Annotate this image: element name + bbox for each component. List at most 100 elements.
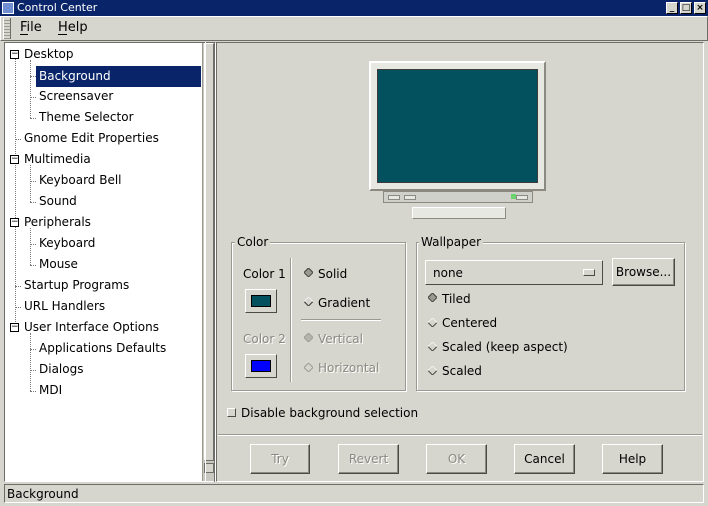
tree-item-background[interactable]: Background [36, 66, 201, 87]
collapse-peripherals-icon[interactable]: − [10, 218, 19, 227]
maximize-icon[interactable]: □ [680, 2, 692, 14]
tree-item-label: Startup Programs [24, 278, 130, 292]
title-bar[interactable]: Control Center _ □ × [0, 0, 708, 16]
solid-radio[interactable] [304, 268, 313, 277]
tree-item-label: URL Handlers [24, 299, 106, 313]
tree-item-label: Peripherals [24, 215, 91, 229]
collapse-ui-options-icon[interactable]: − [10, 323, 19, 332]
close-icon[interactable]: × [694, 2, 706, 14]
revert-button[interactable]: Revert [338, 444, 399, 474]
color2-button[interactable] [245, 354, 277, 378]
tree-item-theme-selector[interactable]: Theme Selector [37, 107, 136, 128]
tiled-label[interactable]: Tiled [442, 292, 471, 306]
tree-item-label: Keyboard [39, 236, 96, 250]
tree-item-dialogs[interactable]: Dialogs [37, 359, 85, 380]
tree-connector [30, 181, 36, 182]
status-text: Background [7, 487, 79, 501]
menubar-grip-handle[interactable] [3, 18, 11, 39]
browse-button[interactable]: Browse... [612, 258, 675, 286]
tree-item-label: MDI [39, 383, 63, 397]
tree-item-keyboard-bell[interactable]: Keyboard Bell [37, 170, 124, 191]
horizontal-radio[interactable] [304, 363, 313, 372]
monitor-button [516, 195, 528, 200]
monitor-button [404, 195, 416, 200]
cancel-button-label: Cancel [524, 452, 565, 466]
tree-item-user-interface-options[interactable]: User Interface Options [22, 317, 161, 338]
cancel-button[interactable]: Cancel [514, 444, 575, 474]
help-mnemonic-underline [58, 34, 67, 35]
color1-button[interactable] [245, 289, 277, 313]
gradient-radio[interactable] [304, 297, 313, 306]
tree-item-applications-defaults[interactable]: Applications Defaults [37, 338, 168, 359]
status-bar: Background [4, 484, 704, 503]
tree-connector [30, 60, 31, 118]
wallpaper-file-select[interactable]: none [425, 260, 603, 285]
window-menu-icon[interactable] [2, 2, 14, 14]
minimize-icon[interactable]: _ [666, 2, 678, 14]
tree-connector [15, 55, 16, 328]
tiled-radio[interactable] [428, 293, 437, 302]
color-frame-title: Color [235, 235, 271, 249]
tree-item-mouse[interactable]: Mouse [37, 254, 80, 275]
file-mnemonic-underline [20, 34, 28, 35]
action-buttons-separator [218, 434, 702, 436]
tree-item-peripherals[interactable]: Peripherals [22, 212, 93, 233]
vertical-label[interactable]: Vertical [318, 332, 363, 346]
wallpaper-frame-title: Wallpaper [419, 235, 484, 249]
tree-item-multimedia[interactable]: Multimedia [22, 149, 93, 170]
ok-button-label: OK [447, 452, 466, 466]
collapse-multimedia-icon[interactable]: − [10, 155, 19, 164]
tree-item-startup-programs[interactable]: Startup Programs [22, 275, 131, 296]
disable-background-checkbox[interactable] [227, 408, 236, 417]
centered-label[interactable]: Centered [442, 316, 497, 330]
ok-button[interactable]: OK [426, 444, 487, 474]
scaled-label[interactable]: Scaled [442, 364, 482, 378]
monitor-stand [412, 207, 506, 219]
color-frame-divider [290, 258, 292, 382]
wallpaper-file-value: none [433, 266, 463, 280]
try-button[interactable]: Try [250, 444, 310, 474]
menu-bar [0, 16, 708, 41]
tree-item-label: User Interface Options [24, 320, 160, 334]
color2-swatch [251, 360, 271, 372]
tree-connector [30, 228, 31, 265]
tree-item-label: Applications Defaults [39, 341, 167, 355]
tree-item-label: Sound [39, 194, 77, 208]
pane-divider-handle[interactable] [205, 42, 215, 482]
tree-item-sound[interactable]: Sound [37, 191, 79, 212]
color2-label: Color 2 [243, 332, 286, 346]
tree-item-label: Desktop [24, 47, 74, 61]
solid-label[interactable]: Solid [318, 267, 347, 281]
scaled-keep-aspect-radio[interactable] [428, 342, 437, 351]
tree-item-mdi[interactable]: MDI [37, 380, 64, 401]
collapse-desktop-icon[interactable]: − [10, 50, 19, 59]
centered-radio[interactable] [428, 318, 437, 327]
browse-button-label: Browse... [615, 265, 672, 279]
tree-item-label: Background [39, 69, 111, 83]
scaled-keep-aspect-label[interactable]: Scaled (keep aspect) [442, 340, 568, 354]
help-button[interactable]: Help [602, 444, 663, 474]
tree-item-label: Theme Selector [39, 110, 134, 124]
tree-item-label: Gnome Edit Properties [24, 131, 159, 145]
disable-background-label[interactable]: Disable background selection [241, 406, 418, 420]
tree-connector [30, 349, 36, 350]
revert-button-label: Revert [348, 452, 389, 466]
vertical-radio[interactable] [304, 333, 313, 342]
window-title: Control Center [17, 1, 98, 14]
tree-connector [30, 370, 36, 371]
scaled-radio[interactable] [428, 366, 437, 375]
menu-file-label: File [20, 20, 42, 35]
tree-item-url-handlers[interactable]: URL Handlers [22, 296, 107, 317]
monitor-power-led [511, 194, 516, 199]
tree-item-keyboard[interactable]: Keyboard [37, 233, 97, 254]
gradient-options-separator [301, 319, 381, 321]
tree-item-desktop[interactable]: Desktop [22, 44, 76, 65]
tree-item-screensaver[interactable]: Screensaver [37, 86, 115, 107]
tree-item-gnome-edit-properties[interactable]: Gnome Edit Properties [22, 128, 161, 149]
tree-connector [30, 118, 36, 119]
tree-connector [30, 244, 36, 245]
tree-connector [30, 265, 36, 266]
tree-connector [30, 391, 36, 392]
gradient-label[interactable]: Gradient [318, 296, 370, 310]
horizontal-label[interactable]: Horizontal [318, 361, 379, 375]
